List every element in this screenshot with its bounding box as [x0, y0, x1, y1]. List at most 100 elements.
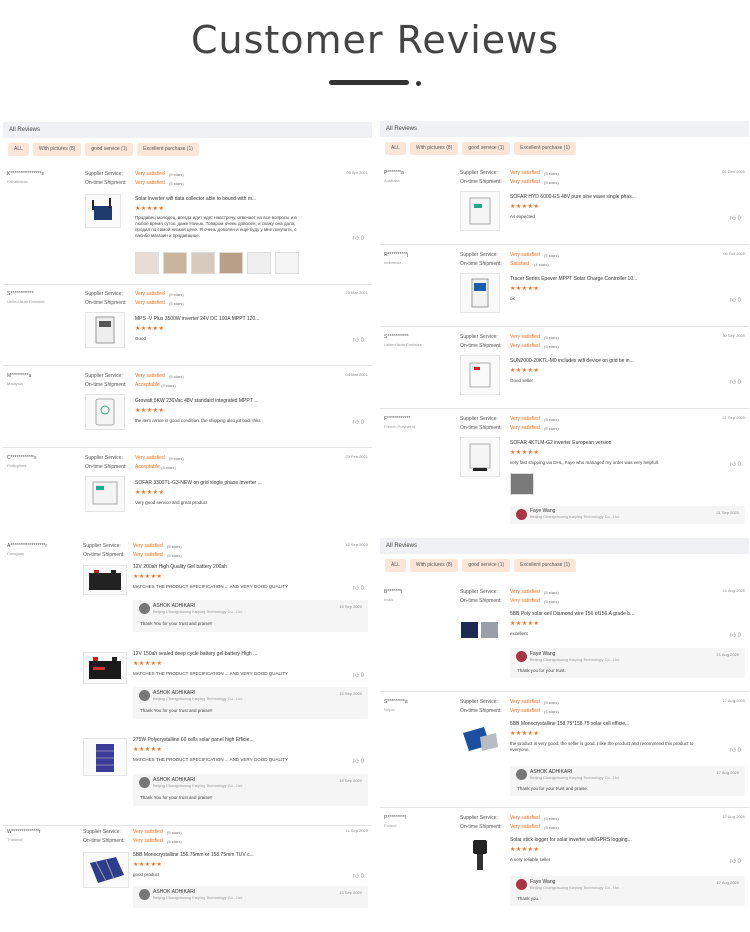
review-text: MATCHES THE PRODUCT SPECIFICATION ... AN… [133, 757, 289, 762]
seller-reply: ASHOK ADHIKARI Beijing Changchuang Kaiyi… [133, 774, 368, 806]
shipment-rating: Very satisfied [135, 300, 165, 306]
thumbs-up-icon: 👍︎ [729, 859, 736, 865]
review-photo[interactable] [510, 473, 534, 495]
reviewer-country: Malaysia [7, 381, 23, 386]
product-thumbnail[interactable] [83, 652, 127, 684]
review-text: Good [135, 336, 147, 341]
chip-excellent-purchase[interactable]: Excellent purchase (1) [514, 559, 576, 572]
chip-all[interactable]: ALL [385, 559, 406, 572]
reviewer-name: S*********** [384, 334, 409, 340]
product-name[interactable]: Solar stick logger for solar inverter wi… [510, 837, 632, 843]
chip-good-service[interactable]: good service (1) [462, 142, 511, 155]
product-name[interactable]: 5BB Monocrystalline 158.75*158.75 solar … [510, 721, 629, 727]
thumbs-up-icon: 👍︎ [729, 380, 736, 386]
product-name[interactable]: MPS -V Plus 3500W inverter 24V DC 100A M… [135, 316, 259, 322]
supplier-stars: (5 stars) [544, 253, 559, 258]
like-button[interactable]: 👍︎ 0 [730, 631, 741, 639]
chip-with-pictures[interactable]: With pictures (8) [32, 143, 82, 156]
like-button[interactable]: 👍︎ 0 [730, 746, 741, 754]
chip-excellent-purchase[interactable]: Excellent purchase (1) [137, 143, 199, 156]
product-name[interactable]: SOFAR 3300TL-G3-NEW on grid single phase… [135, 480, 262, 486]
product-name[interactable]: 12V 150ah sealed deep cycle battery gel … [133, 651, 257, 657]
product-thumbnail[interactable] [460, 355, 500, 395]
review-date: 08 Oct 2020 [723, 251, 745, 256]
product-name[interactable]: SOFAR 4KTLM-G2 inverter European version [510, 440, 611, 446]
review-photo[interactable] [219, 252, 243, 274]
like-button[interactable]: 👍︎ 0 [353, 418, 364, 426]
filter-chips: ALL With pictures (8) good service (1) E… [380, 554, 749, 578]
supplier-stars: (5 stars) [544, 171, 559, 176]
review-item: R**********j Indonesia Supplier Service:… [380, 249, 749, 327]
chip-good-service[interactable]: good service (1) [85, 143, 134, 156]
chip-good-service[interactable]: good service (1) [462, 559, 511, 572]
review-photo[interactable] [247, 252, 271, 274]
like-button[interactable]: 👍︎ 0 [353, 234, 364, 242]
review-text: MATCHES THE PRODUCT SPECIFICATION ... AN… [133, 584, 289, 589]
product-thumbnail[interactable] [85, 476, 125, 512]
seller-reply: Faye Wang Beijing Changchuang Kaiying Te… [510, 876, 745, 906]
product-thumbnail[interactable] [460, 720, 500, 760]
like-button[interactable]: 👍︎ 0 [353, 336, 364, 344]
product-thumbnail[interactable] [460, 273, 500, 313]
like-count: 0 [360, 586, 364, 592]
product-thumbnail[interactable] [460, 191, 500, 231]
chip-all[interactable]: ALL [385, 142, 406, 155]
rating-stars: ★★★★★ [510, 368, 540, 374]
product-name[interactable]: 5BB Monocrystalline 156.75mm or 158.75mm… [133, 852, 254, 858]
charge-controller-icon [471, 278, 489, 308]
chip-with-pictures[interactable]: With pictures (8) [409, 142, 459, 155]
inverter-icon [469, 197, 491, 225]
like-button[interactable]: 👍︎ 0 [730, 857, 741, 865]
supplier-label: Supplier Service: [85, 373, 123, 379]
like-button[interactable]: 👍︎ 0 [353, 584, 364, 592]
product-name[interactable]: SOFAR HYD 6000-ES 48V pure sine wave sin… [510, 194, 636, 200]
product-thumbnail[interactable] [85, 312, 125, 348]
rating-stars: ★★★★★ [135, 206, 165, 212]
shipment-label: On-time Shipment: [83, 838, 125, 844]
product-name[interactable]: SUN2000-20KTL-M0 includes wifi device on… [510, 358, 634, 364]
seller-reply: ASHOK ADHIKARI Beijing Changchuang Kaiyi… [133, 886, 368, 908]
supplier-rating: Very satisfied [510, 699, 540, 705]
review-date: 20 Mar 2021 [345, 290, 368, 295]
product-name[interactable]: Tracer Series Epever MPPT Solar Charge C… [510, 276, 637, 282]
review-date: 21 Aug 2020 [722, 588, 745, 593]
like-button[interactable]: 👍︎ 0 [353, 872, 364, 880]
product-name[interactable]: 5BB Poly solar cell Diamond wire 156 of1… [510, 611, 634, 617]
reply-text: Thank you for your trust. [517, 668, 566, 673]
review-item: P*******a Australia Supplier Service: On… [380, 167, 749, 245]
product-thumbnail[interactable] [83, 852, 129, 888]
review-photo[interactable] [275, 252, 299, 274]
like-button[interactable]: 👍︎ 0 [353, 671, 364, 679]
review-photo[interactable] [191, 252, 215, 274]
like-button[interactable]: 👍︎ 0 [353, 757, 364, 765]
product-name[interactable]: Solar inverter wifi data collector able … [135, 196, 256, 202]
shipment-rating: Very satisfied [510, 179, 540, 185]
product-thumbnail[interactable] [85, 194, 121, 228]
like-button[interactable]: 👍︎ 0 [730, 296, 741, 304]
chip-excellent-purchase[interactable]: Excellent purchase (1) [514, 142, 576, 155]
thumbs-up-icon: 👍︎ [352, 236, 359, 242]
supplier-label: Supplier Service: [460, 589, 498, 595]
like-button[interactable]: 👍︎ 0 [730, 460, 741, 468]
product-thumbnail[interactable] [460, 437, 500, 477]
supplier-stars: (5 stars) [167, 830, 182, 835]
product-thumbnail[interactable] [85, 394, 125, 430]
product-name[interactable]: Growatt 5KW 230Vac 48V standard integrat… [135, 398, 258, 404]
product-thumbnail[interactable] [460, 836, 500, 876]
like-button[interactable]: 👍︎ 0 [730, 378, 741, 386]
product-thumbnail[interactable] [83, 738, 127, 776]
chip-with-pictures[interactable]: With pictures (8) [409, 559, 459, 572]
product-name[interactable]: 12V 200ah High Quality Gel battery 200ah [133, 564, 227, 570]
chip-all[interactable]: ALL [8, 143, 29, 156]
like-button[interactable]: 👍︎ 0 [730, 214, 741, 222]
product-thumbnail[interactable] [460, 610, 500, 650]
supplier-stars: (5 stars) [544, 700, 559, 705]
supplier-rating: Very satisfied [510, 589, 540, 595]
product-name[interactable]: 275W Polycrystalline 60 cells solar pane… [133, 737, 254, 743]
review-photo[interactable] [163, 252, 187, 274]
review-text: good product [133, 872, 160, 877]
product-thumbnail[interactable] [83, 565, 127, 595]
filter-chips: ALL With pictures (8) good service (1) E… [380, 137, 749, 161]
reviewer-country: United Arab Emirates [7, 299, 45, 304]
review-photo[interactable] [135, 252, 159, 274]
